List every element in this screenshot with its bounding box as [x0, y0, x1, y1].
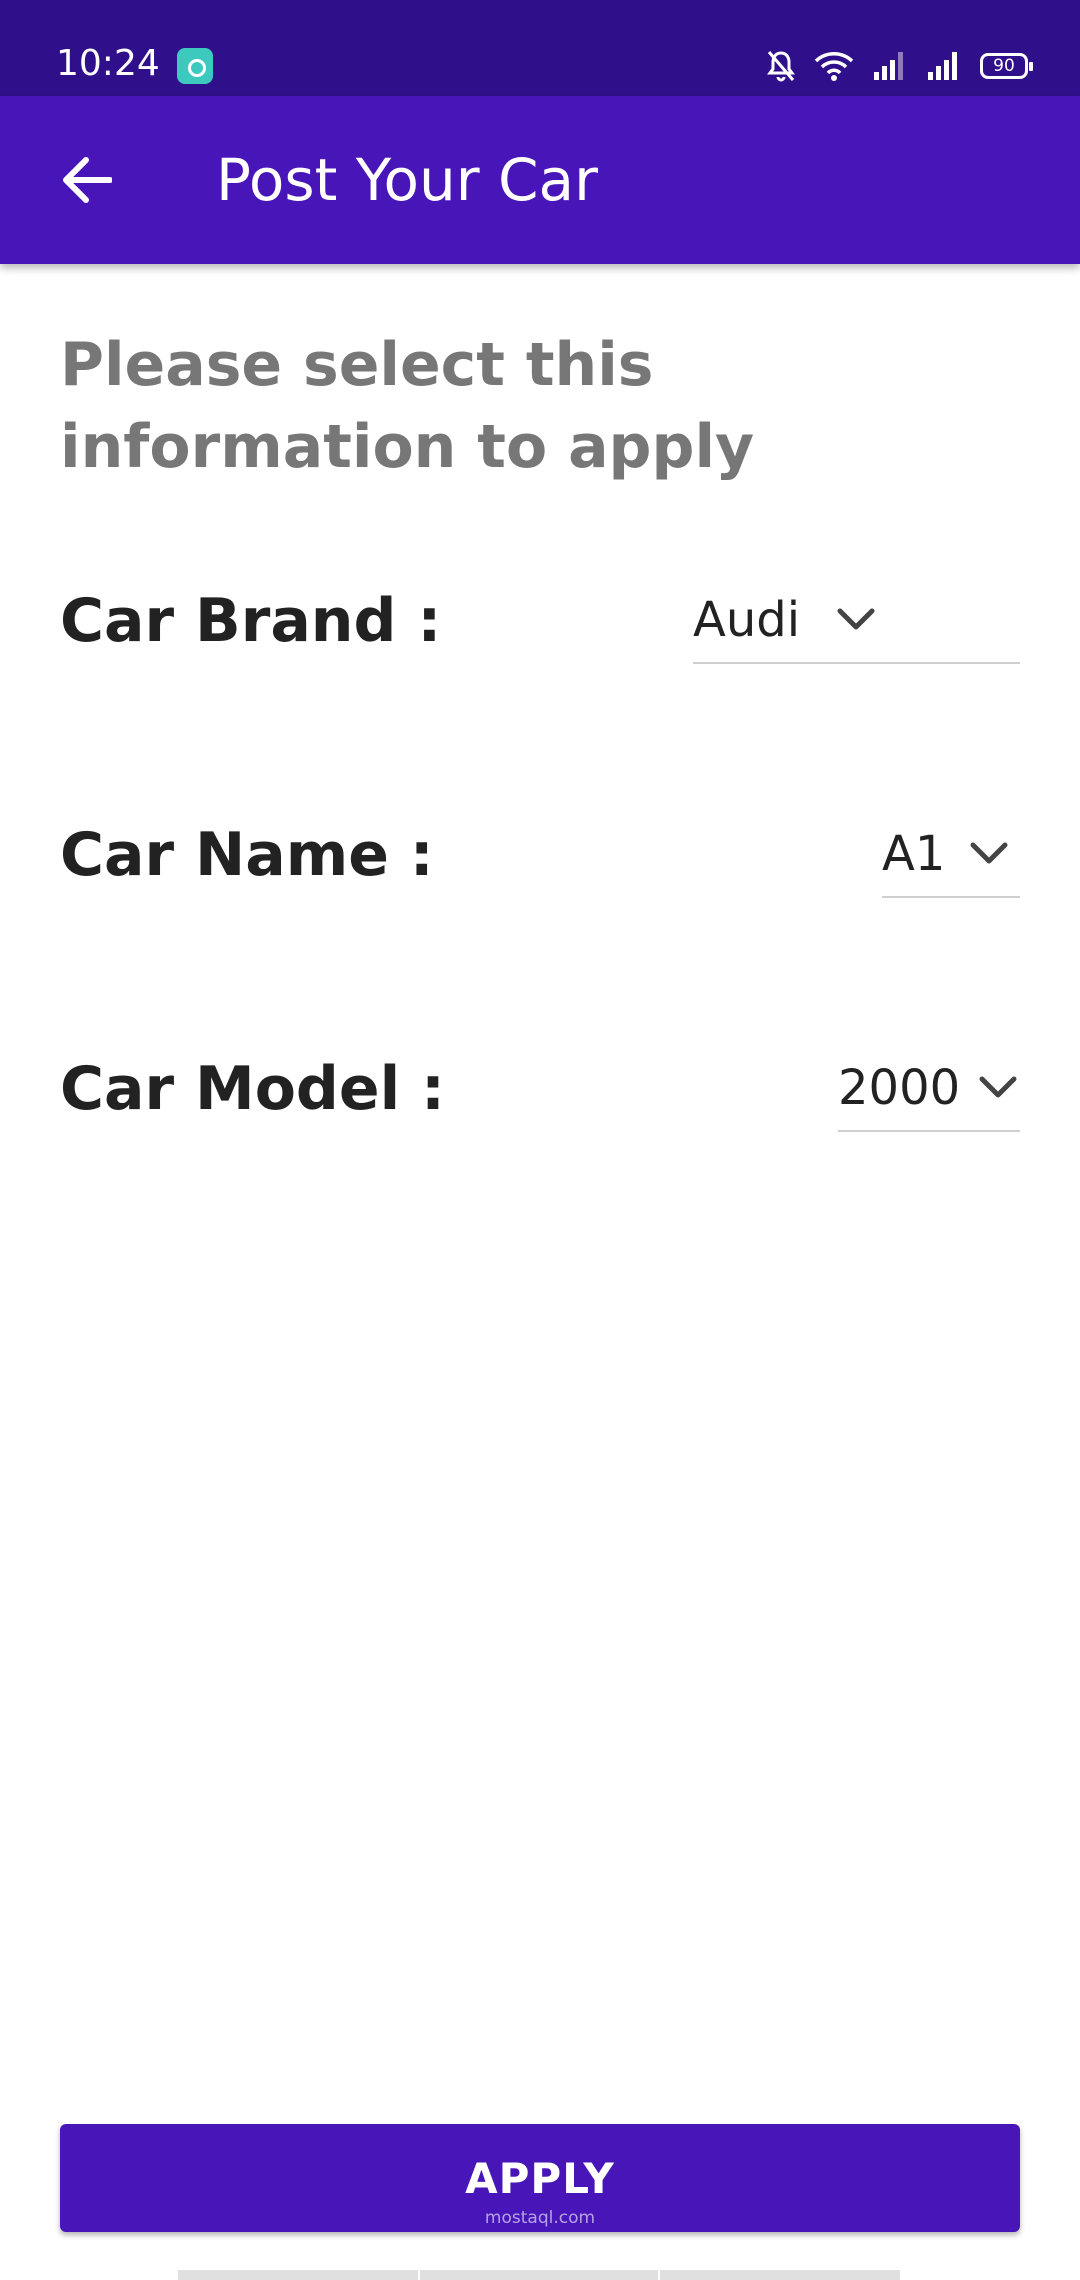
chevron-down-icon: [976, 1062, 1020, 1114]
car-brand-label: Car Brand :: [60, 586, 442, 656]
watermark: mostaql.com: [484, 2208, 596, 2228]
arrow-left-icon: [63, 157, 112, 203]
car-name-dropdown[interactable]: A1: [882, 812, 1020, 898]
car-model-value: 2000: [838, 1060, 961, 1116]
apply-button-label: APPLY: [465, 2153, 615, 2203]
bottom-strip: [420, 2270, 658, 2280]
status-bar: 10:24 90: [0, 0, 1080, 96]
car-model-row: Car Model : 2000: [60, 1038, 1020, 1138]
car-name-row: Car Name : A1: [60, 804, 1020, 904]
form-instruction: Please select this information to apply: [60, 330, 755, 482]
battery-level: 90: [993, 56, 1015, 76]
car-brand-row: Car Brand : Audi: [60, 570, 1020, 670]
chevron-down-icon: [963, 828, 1015, 880]
car-brand-dropdown[interactable]: Audi: [693, 578, 1020, 664]
page-title: Post Your Car: [216, 146, 598, 214]
car-brand-value: Audi: [693, 592, 801, 648]
car-name-value: A1: [882, 826, 946, 882]
status-icons: 90: [766, 46, 1033, 86]
car-name-label: Car Name :: [60, 820, 434, 890]
chevron-down-icon: [830, 594, 882, 646]
signal-icon: [874, 52, 903, 80]
app-notification-icon: [177, 48, 213, 84]
bottom-strip: [178, 2270, 418, 2280]
bottom-strip: [660, 2270, 900, 2280]
app-bar: Post Your Car: [0, 96, 1080, 264]
signal-icon: [928, 52, 957, 80]
back-button[interactable]: [46, 140, 126, 220]
car-model-label: Car Model :: [60, 1054, 446, 1124]
car-model-dropdown[interactable]: 2000: [838, 1046, 1020, 1132]
battery-icon: 90: [980, 53, 1033, 79]
wifi-icon: [814, 52, 854, 81]
status-time: 10:24: [56, 43, 160, 84]
mute-bell-icon: [767, 51, 795, 82]
